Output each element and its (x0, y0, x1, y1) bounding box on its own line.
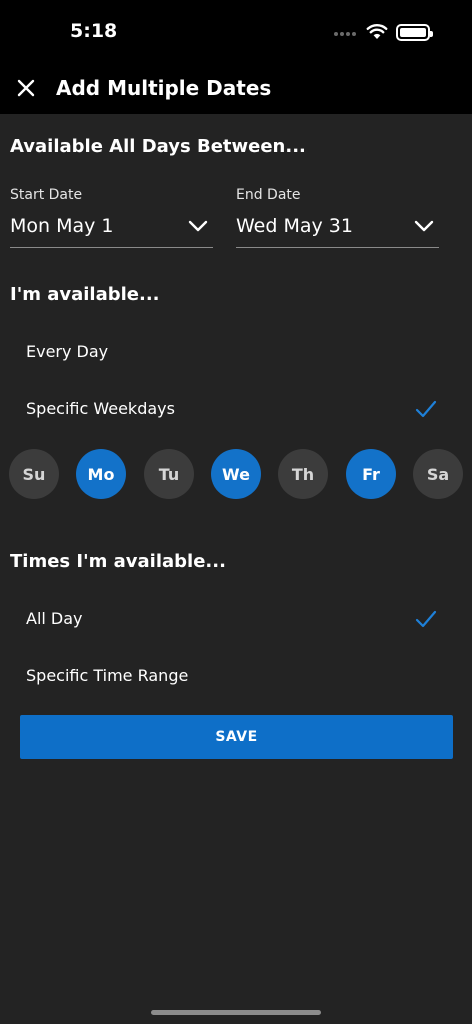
option-label: Specific Weekdays (26, 399, 175, 418)
weekday-chip-fr[interactable]: Fr (346, 449, 396, 499)
option-label: Specific Time Range (26, 666, 189, 685)
option-specific-weekdays[interactable]: Specific Weekdays (0, 385, 472, 435)
close-button[interactable] (12, 74, 40, 102)
weekday-chip-sa[interactable]: Sa (413, 449, 463, 499)
status-bar: 5:18 (0, 0, 472, 62)
check-icon (415, 610, 437, 628)
close-icon (17, 79, 35, 97)
end-date-label: End Date (236, 187, 301, 203)
option-label: Every Day (26, 342, 109, 361)
start-date-label: Start Date (10, 187, 83, 203)
page-title: Add Multiple Dates (56, 76, 272, 100)
app-header: Add Multiple Dates (0, 62, 472, 114)
signal-dots-icon (334, 32, 356, 36)
start-date-value: Mon May 1 (10, 214, 114, 237)
chevron-down-icon (414, 220, 434, 231)
weekday-chip-we[interactable]: We (211, 449, 261, 499)
option-all-day[interactable]: All Day (0, 595, 472, 645)
availability-title: I'm available... (10, 284, 160, 305)
home-indicator (151, 1010, 321, 1015)
date-range-title: Available All Days Between... (10, 136, 306, 157)
weekday-chip-tu[interactable]: Tu (144, 449, 194, 499)
weekday-chip-mo[interactable]: Mo (76, 449, 126, 499)
check-icon (415, 400, 437, 418)
weekday-chip-su[interactable]: Su (9, 449, 59, 499)
weekday-chip-th[interactable]: Th (278, 449, 328, 499)
save-button[interactable]: SAVE (20, 715, 453, 759)
option-specific-time-range[interactable]: Specific Time Range (0, 652, 472, 702)
end-date-value: Wed May 31 (236, 214, 353, 237)
status-time: 5:18 (70, 20, 118, 42)
option-every-day[interactable]: Every Day (0, 328, 472, 378)
option-label: All Day (26, 609, 83, 628)
start-date-select[interactable]: Mon May 1 (10, 204, 213, 248)
wifi-icon (366, 24, 388, 39)
times-title: Times I'm available... (10, 551, 226, 572)
battery-icon (396, 24, 433, 41)
end-date-select[interactable]: Wed May 31 (236, 204, 439, 248)
chevron-down-icon (188, 220, 208, 231)
